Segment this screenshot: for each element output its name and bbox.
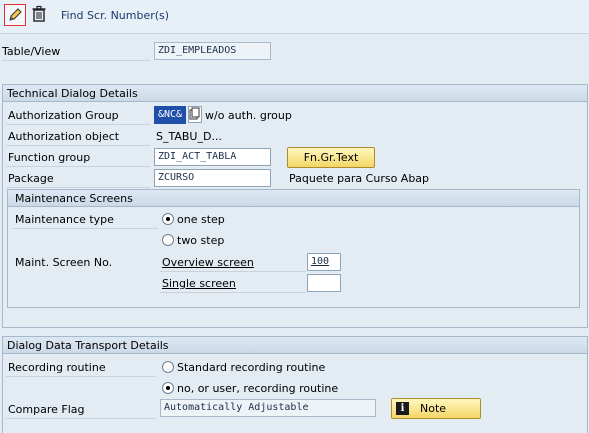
two-step-label: two step xyxy=(177,234,225,247)
single-screen-label: Single screen xyxy=(162,277,236,290)
label-underline xyxy=(2,60,150,61)
table-view-field[interactable]: ZDI_EMPLEADOS xyxy=(154,42,271,60)
group-title: Technical Dialog Details xyxy=(3,85,587,102)
value-help-icon xyxy=(189,107,200,120)
compare-flag-label: Compare Flag xyxy=(8,403,85,416)
standard-recording-label: Standard recording routine xyxy=(177,361,326,374)
no-user-recording-radio[interactable] xyxy=(162,382,174,394)
auth-object-label: Authorization object xyxy=(8,130,120,143)
overview-screen-label: Overview screen xyxy=(162,256,254,269)
group-title: Maintenance Screens xyxy=(8,190,579,207)
overview-screen-field[interactable]: 100 xyxy=(307,253,341,271)
note-button[interactable]: i Note xyxy=(391,398,481,419)
trash-icon xyxy=(32,5,46,22)
value-help-button[interactable] xyxy=(188,106,202,123)
note-button-label: Note xyxy=(420,402,447,415)
compare-flag-field: Automatically Adjustable xyxy=(160,399,376,417)
package-label: Package xyxy=(8,172,54,185)
two-step-radio[interactable] xyxy=(162,234,174,246)
function-group-label: Function group xyxy=(8,151,91,164)
edit-button[interactable] xyxy=(4,4,26,26)
one-step-label: one step xyxy=(177,213,225,226)
info-icon: i xyxy=(396,402,409,415)
table-view-label: Table/View xyxy=(2,45,61,58)
label-underline xyxy=(160,271,306,272)
maint-screen-no-label: Maint. Screen No. xyxy=(15,256,113,269)
group-title: Dialog Data Transport Details xyxy=(3,337,587,354)
label-underline xyxy=(6,376,156,377)
label-underline xyxy=(6,187,150,188)
package-field[interactable]: ZCURSO xyxy=(154,169,271,187)
recording-routine-label: Recording routine xyxy=(8,361,106,374)
auth-group-suffix: w/o auth. group xyxy=(205,109,292,122)
auth-group-field[interactable]: &NC& xyxy=(154,106,186,124)
single-screen-field[interactable] xyxy=(307,274,341,292)
function-group-field[interactable]: ZDI_ACT_TABLA xyxy=(154,148,271,166)
auth-object-value: S_TABU_D... xyxy=(156,130,222,143)
package-description: Paquete para Curso Abap xyxy=(289,172,430,185)
find-screen-numbers-button[interactable]: Find Scr. Number(s) xyxy=(61,9,169,22)
no-user-recording-label: no, or user, recording routine xyxy=(177,382,339,395)
application-toolbar: Find Scr. Number(s) xyxy=(0,0,589,34)
delete-button[interactable] xyxy=(29,4,51,26)
label-underline xyxy=(160,292,306,293)
label-underline xyxy=(6,145,150,146)
one-step-radio[interactable] xyxy=(162,213,174,225)
fn-gr-text-button[interactable]: Fn.Gr.Text xyxy=(287,147,375,168)
maintenance-type-label: Maintenance type xyxy=(15,213,114,226)
label-underline xyxy=(6,166,150,167)
standard-recording-radio[interactable] xyxy=(162,361,174,373)
maintenance-screens-group: Maintenance Screens xyxy=(7,189,580,308)
label-underline xyxy=(6,418,156,419)
label-underline xyxy=(13,228,158,229)
pencil-icon xyxy=(9,8,22,21)
label-underline xyxy=(6,124,150,125)
auth-group-label: Authorization Group xyxy=(8,109,119,122)
